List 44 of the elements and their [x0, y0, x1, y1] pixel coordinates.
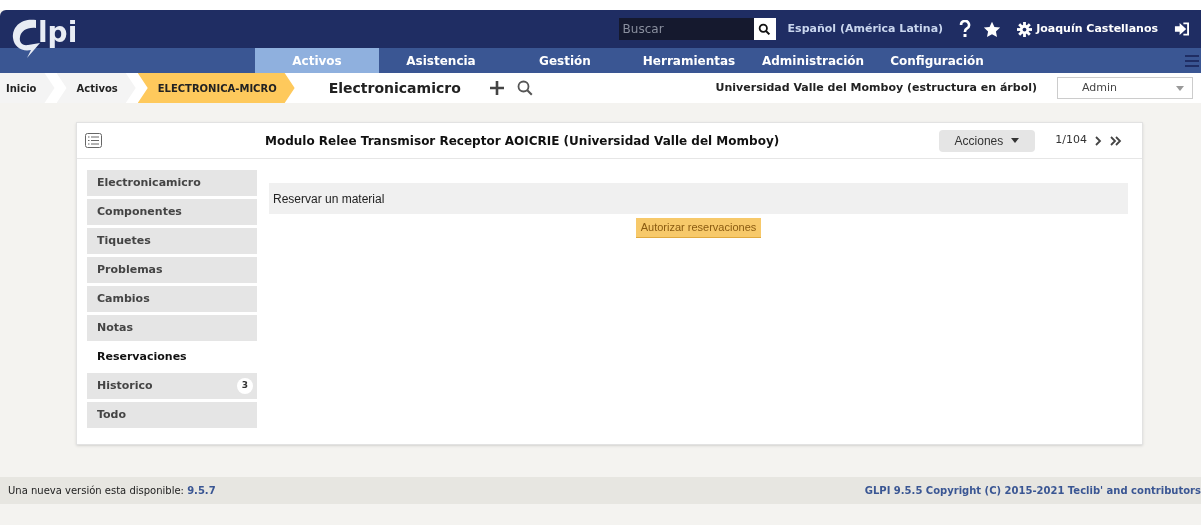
- add-icon[interactable]: [488, 80, 505, 96]
- side-tab[interactable]: Problemas: [87, 257, 257, 283]
- side-tab[interactable]: Notas: [87, 315, 257, 341]
- profile-select[interactable]: Admin: [1057, 77, 1193, 99]
- pager-count: 1/104: [1055, 132, 1087, 149]
- entity-label[interactable]: Universidad Valle del Momboy (estructura en árbol): [715, 79, 1037, 97]
- copyright-link[interactable]: GLPI 9.5.5 Copyright (C) 2015-2021 Teclib' and contributors: [864, 483, 1201, 498]
- user-name[interactable]: Joaquín Castellanos: [1036, 20, 1158, 38]
- side-tab[interactable]: Todo: [87, 402, 257, 428]
- side-tab[interactable]: Electronicamicro: [87, 170, 257, 196]
- star-icon[interactable]: [983, 20, 1002, 38]
- caret-icon: [1011, 138, 1020, 143]
- page-title[interactable]: Electronicamicro: [328, 77, 461, 99]
- menu-tab[interactable]: Herramientas: [627, 48, 751, 73]
- menu-tab[interactable]: Configuración: [875, 48, 999, 73]
- menu-tab[interactable]: Asistencia: [379, 48, 503, 73]
- actions-button[interactable]: Acciones: [938, 129, 1036, 152]
- side-tab[interactable]: Cambios: [87, 286, 257, 312]
- section-header: Reservar un material: [269, 183, 1128, 214]
- search-icon[interactable]: [753, 18, 776, 40]
- settings-icon[interactable]: [1017, 21, 1033, 37]
- menu-tab[interactable]: Gestión: [503, 48, 627, 73]
- side-tab[interactable]: Historico 3: [87, 373, 257, 399]
- logo-text[interactable]: lpi: [38, 15, 78, 51]
- item-title: Modulo Relee Transmisor Receptor AOICRIE (Universidad Valle del Momboy): [265, 132, 780, 150]
- last-icon[interactable]: [1110, 135, 1122, 146]
- authorize-button[interactable]: Autorizar reservaciones: [635, 218, 762, 238]
- version-link[interactable]: 9.5.7: [187, 485, 216, 496]
- breadcrumb-link[interactable]: Inicio: [0, 73, 55, 103]
- breadcrumb-link[interactable]: ELECTRONICA-MICRO: [137, 73, 295, 103]
- language-link[interactable]: Español (América Latina): [787, 20, 944, 38]
- breadcrumb-link[interactable]: Activos: [56, 73, 136, 103]
- search-field[interactable]: Buscar: [618, 18, 754, 40]
- search-icon[interactable]: [516, 80, 533, 96]
- update-notice: Una nueva versión esta disponible: 9.5.7: [8, 484, 216, 498]
- side-tab[interactable]: Componentes: [87, 199, 257, 225]
- next-icon[interactable]: [1095, 135, 1102, 146]
- side-tab[interactable]: Tiquetes: [87, 228, 257, 254]
- logout-icon[interactable]: [1174, 22, 1189, 36]
- count-badge: 3: [237, 378, 253, 394]
- caret-icon: [1176, 85, 1184, 91]
- list-icon[interactable]: [85, 133, 102, 148]
- menu-tab[interactable]: Administración: [751, 48, 875, 73]
- help-icon[interactable]: [959, 20, 972, 38]
